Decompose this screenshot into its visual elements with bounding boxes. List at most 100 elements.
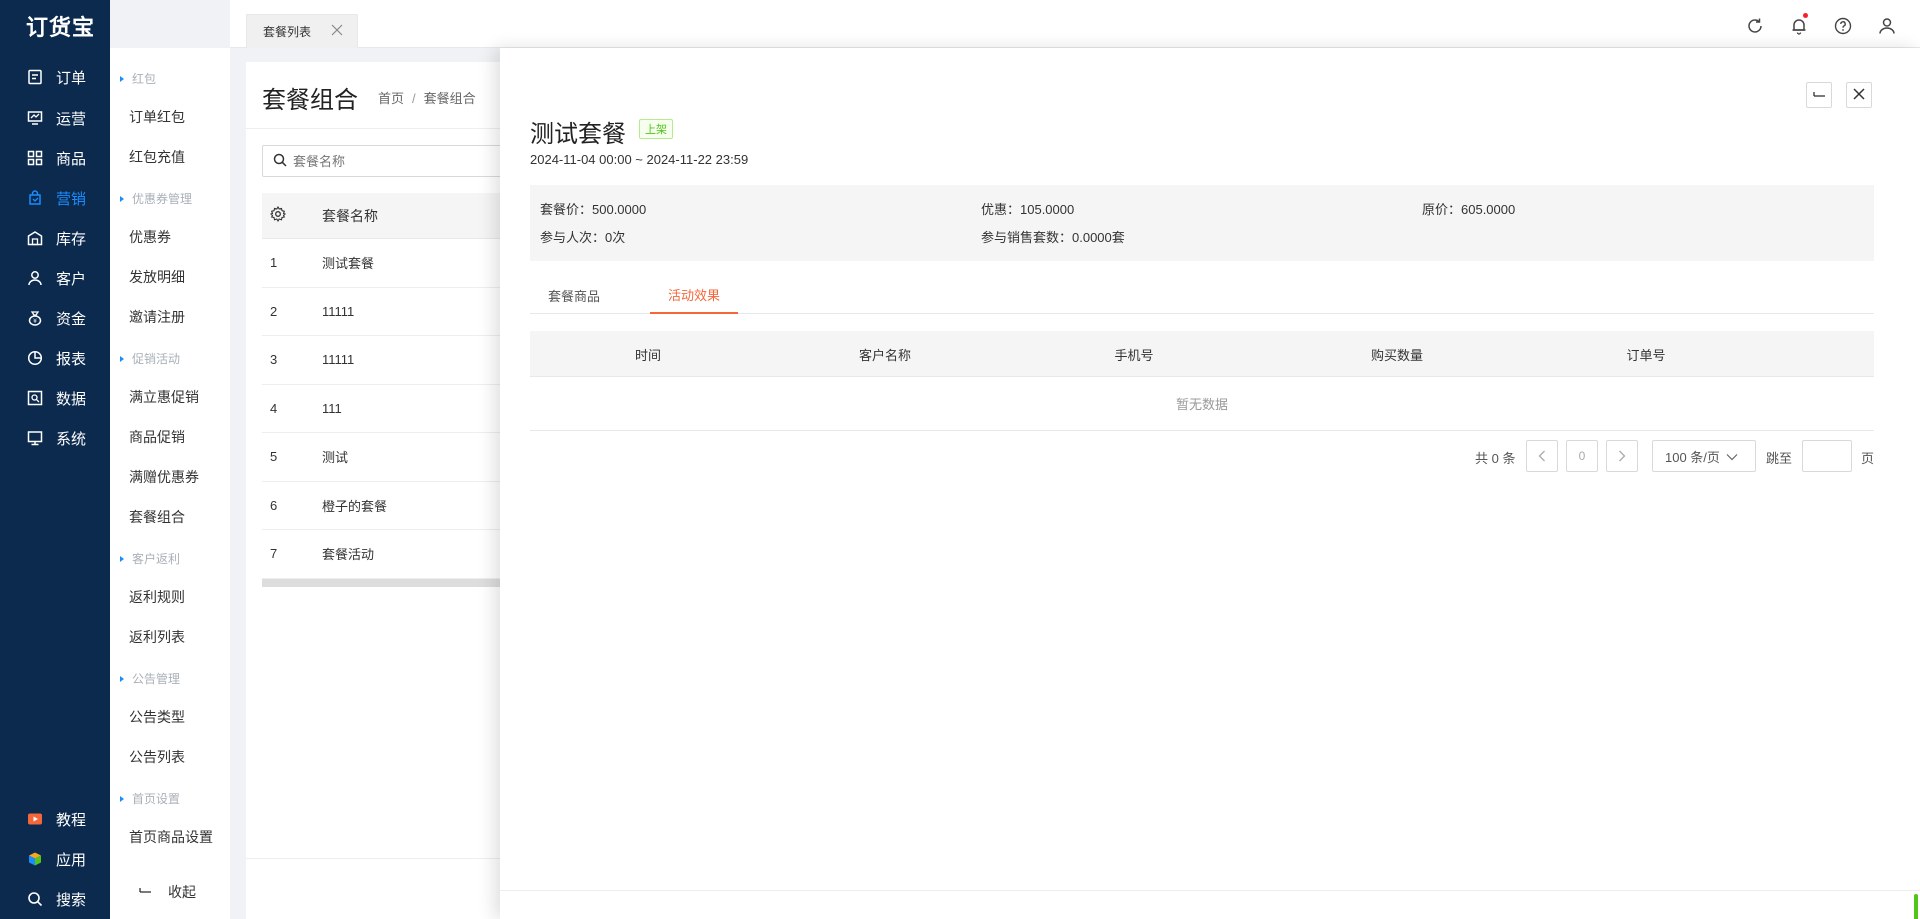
nav-label: 资金 — [56, 310, 87, 328]
table-row[interactable]: 4 111 — [262, 385, 502, 433]
user-avatar-icon[interactable] — [1877, 16, 1897, 36]
table-row[interactable]: 1 测试套餐 — [262, 239, 502, 288]
breadcrumb-home[interactable]: 首页 — [378, 91, 404, 106]
tab-package-list[interactable]: 套餐列表 — [246, 14, 358, 48]
tab-activity-effect[interactable]: 活动效果 — [650, 276, 738, 314]
close-tab-icon[interactable] — [331, 24, 343, 36]
nav-label: 应用 — [56, 851, 87, 869]
table-header: 时间 客户名称 手机号 购买数量 订单号 — [530, 331, 1874, 377]
data-icon — [26, 389, 44, 407]
horizontal-scrollbar[interactable] — [262, 578, 502, 587]
submenu-group-promotion: 促销活动 — [120, 350, 180, 367]
submenu-item-coupon[interactable]: 优惠券 — [129, 227, 171, 247]
notification-dot — [1803, 13, 1808, 18]
top-bar: 套餐列表 — [230, 0, 1920, 48]
app-logo: 订货宝 — [26, 15, 96, 40]
table-row[interactable]: 2 11111 — [262, 288, 502, 336]
submenu-group-homepage: 首页设置 — [120, 790, 180, 807]
submenu-item-issue-detail[interactable]: 发放明细 — [129, 267, 185, 287]
marketing-icon — [26, 189, 44, 207]
nav-label: 运营 — [56, 110, 87, 128]
svg-text:¥: ¥ — [33, 318, 37, 325]
nav-label: 教程 — [56, 811, 87, 829]
column-phone: 手机号 — [1114, 348, 1154, 363]
submenu-group-red-packet: 红包 — [120, 70, 156, 87]
current-page[interactable]: 0 — [1566, 440, 1598, 472]
vertical-scrollbar[interactable] — [1914, 894, 1918, 919]
breadcrumb-current: 套餐组合 — [423, 91, 476, 106]
page-size-select[interactable]: 100 条/页 — [1652, 440, 1756, 472]
submenu-item-goods-promotion[interactable]: 商品促销 — [129, 427, 185, 447]
column-settings-icon[interactable] — [262, 205, 322, 225]
table-row[interactable]: 7 套餐活动 — [262, 530, 502, 579]
package-detail-drawer: 测试套餐 上架 2024-11-04 00:00 ~ 2024-11-22 23… — [500, 48, 1920, 919]
nav-label: 库存 — [56, 230, 87, 248]
summary-participants: 参与人次：0次 — [540, 230, 626, 245]
next-page-button[interactable] — [1606, 440, 1638, 472]
nav-item-report[interactable]: 报表 — [0, 338, 110, 378]
chevron-down-icon — [1726, 449, 1738, 464]
nav-item-tutorial[interactable]: 教程 — [0, 799, 110, 839]
nav-item-customer[interactable]: 客户 — [0, 258, 110, 298]
nav-item-marketing[interactable]: 营销 — [0, 178, 110, 218]
column-purchase-quantity: 购买数量 — [1370, 348, 1424, 363]
apps-icon — [26, 850, 44, 868]
submenu-item-homepage-goods[interactable]: 首页商品设置 — [129, 827, 213, 847]
submenu-item-rebate-rules[interactable]: 返利规则 — [129, 587, 185, 607]
submenu-item-red-packet-recharge[interactable]: 红包充值 — [129, 147, 185, 167]
tutorial-icon — [26, 810, 44, 828]
submenu-item-order-red-packet[interactable]: 订单红包 — [129, 107, 185, 127]
system-icon — [26, 429, 44, 447]
package-summary: 套餐价：500.0000 优惠：105.0000 原价：605.0000 参与人… — [530, 185, 1874, 261]
nav-label: 营销 — [56, 190, 87, 208]
submenu-item-invite-register[interactable]: 邀请注册 — [129, 307, 185, 327]
jump-page-input[interactable] — [1802, 440, 1852, 472]
tab-package-goods[interactable]: 套餐商品 — [530, 276, 618, 314]
search-icon — [26, 890, 44, 908]
collapse-menu-button[interactable]: 收起 — [138, 882, 196, 902]
nav-item-apps[interactable]: 应用 — [0, 839, 110, 879]
nav-label: 订单 — [56, 69, 87, 87]
submenu-item-rebate-list[interactable]: 返利列表 — [129, 627, 185, 647]
nav-label: 系统 — [56, 430, 87, 448]
column-time: 时间 — [634, 348, 662, 363]
table-row[interactable]: 6 橙子的套餐 — [262, 482, 502, 530]
nav-item-goods[interactable]: 商品 — [0, 138, 110, 178]
drawer-tabs: 套餐商品 活动效果 — [530, 276, 1874, 314]
nav-item-order[interactable]: 订单 — [0, 57, 110, 97]
refresh-icon[interactable] — [1745, 16, 1765, 36]
drawer-back-button[interactable] — [1806, 82, 1832, 108]
nav-item-data[interactable]: 数据 — [0, 378, 110, 418]
table-row[interactable]: 5 测试 — [262, 433, 502, 482]
summary-sold-sets: 参与销售套数：0.0000套 — [981, 230, 1125, 245]
nav-item-operation[interactable]: 运营 — [0, 98, 110, 138]
drawer-close-button[interactable] — [1846, 82, 1872, 108]
submenu-item-announcement-list[interactable]: 公告列表 — [129, 747, 185, 767]
nav-item-system[interactable]: 系统 — [0, 418, 110, 458]
nav-label: 报表 — [56, 350, 87, 368]
pagination-total: 共 0 条 — [1475, 451, 1516, 466]
nav-item-money[interactable]: ¥ 资金 — [0, 298, 110, 338]
column-order-number: 订单号 — [1626, 348, 1666, 363]
submenu-item-package-combo[interactable]: 套餐组合 — [129, 507, 185, 527]
nav-item-search[interactable]: 搜索 — [0, 879, 110, 919]
activity-effect-table: 时间 客户名称 手机号 购买数量 订单号 暂无数据 — [530, 331, 1874, 431]
marketing-submenu: 红包 订单红包 红包充值 优惠券管理 优惠券 发放明细 邀请注册 促销活动 满立… — [110, 48, 230, 919]
tab-label: 套餐列表 — [263, 25, 312, 39]
submenu-item-gift-coupon[interactable]: 满赠优惠券 — [129, 467, 199, 487]
prev-page-button[interactable] — [1526, 440, 1558, 472]
submenu-item-announcement-type[interactable]: 公告类型 — [129, 707, 185, 727]
breadcrumb: 首页 / 套餐组合 — [378, 91, 476, 106]
help-icon[interactable] — [1833, 16, 1853, 36]
submenu-group-coupon: 优惠券管理 — [120, 190, 192, 207]
table-row[interactable]: 3 11111 — [262, 336, 502, 385]
nav-item-warehouse[interactable]: 库存 — [0, 218, 110, 258]
empty-state: 暂无数据 — [530, 377, 1874, 431]
submenu-group-announcement: 公告管理 — [120, 670, 180, 687]
table-header: 套餐名称 — [262, 193, 502, 239]
package-search-input[interactable] — [293, 153, 493, 169]
drawer-title: 测试套餐 — [530, 121, 626, 148]
notification-bell-icon[interactable] — [1789, 13, 1809, 36]
pagination: 共 0 条 0 100 条/页 跳至 页 — [500, 440, 1920, 472]
submenu-item-full-discount[interactable]: 满立惠促销 — [129, 387, 199, 407]
